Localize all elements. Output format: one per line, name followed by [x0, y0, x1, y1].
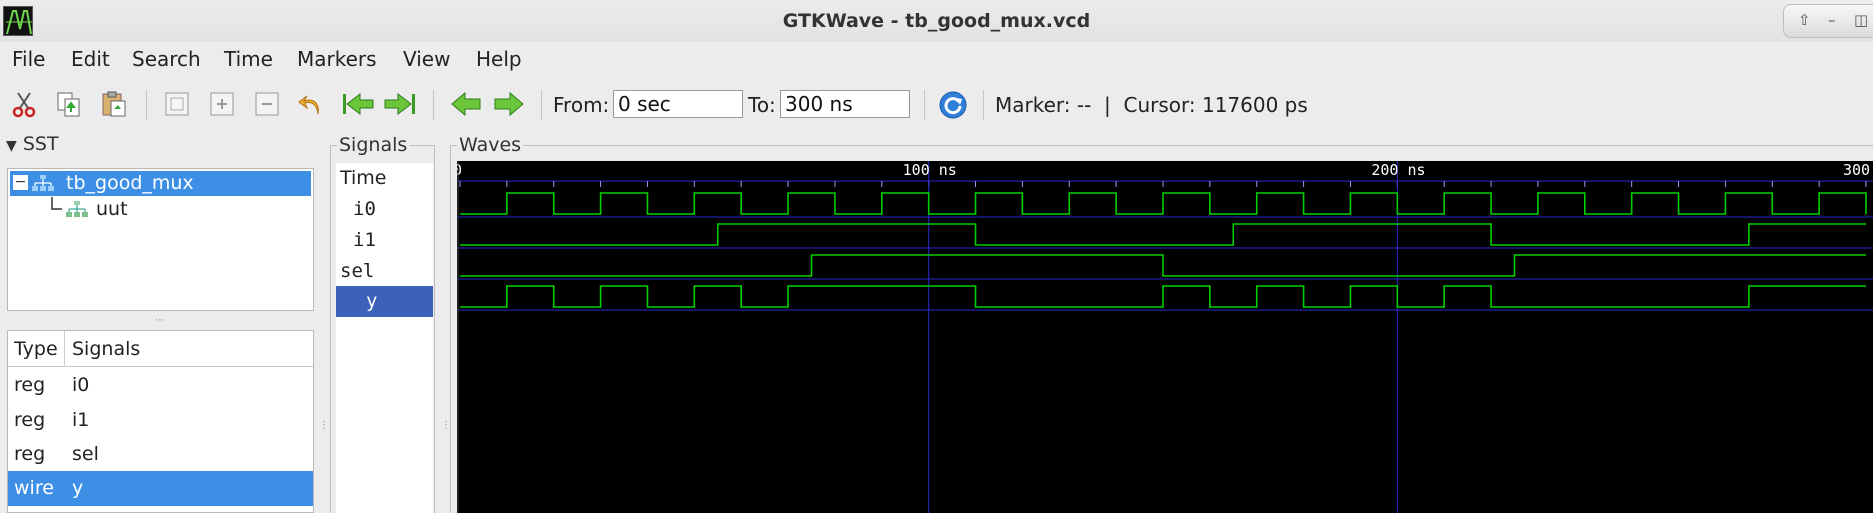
time-label: Time: [340, 167, 387, 189]
tree-node-uut[interactable]: uut: [10, 197, 311, 222]
zoom-out-icon[interactable]: [253, 90, 281, 118]
menu-file[interactable]: File: [12, 47, 45, 71]
signal-row-sel[interactable]: sel: [336, 256, 433, 287]
sst-header[interactable]: ▼ SST: [6, 133, 59, 155]
table-header: Type Signals: [8, 331, 313, 367]
title-bar: GTKWave - tb_good_mux.vcd ⇧ – ◫: [0, 0, 1873, 42]
signal-name: sel: [72, 443, 99, 465]
signal-type: wire: [14, 477, 54, 499]
signals-list: Time i0 i1 sel y: [336, 163, 433, 513]
toolbar: From: To: Marker: -- | Cursor: 117600 ps: [0, 80, 1873, 130]
toolbar-separator: [983, 90, 984, 120]
sst-title: SST: [22, 133, 59, 155]
hierarchy-tree: − tb_good_mux uut: [7, 168, 314, 311]
time-row: Time: [336, 163, 433, 194]
restore-icon[interactable]: ◫: [1854, 11, 1868, 29]
signal-row-i0[interactable]: i0: [336, 194, 433, 225]
paste-icon[interactable]: [100, 90, 128, 118]
table-row[interactable]: reg sel: [8, 437, 313, 472]
waves-panel-title: Waves: [457, 134, 524, 156]
marker-cursor-readout: Marker: -- | Cursor: 117600 ps: [995, 93, 1308, 117]
zoom-fit-icon[interactable]: [163, 90, 191, 118]
signal-type-table: Type Signals reg i0 reg i1 reg sel wire …: [7, 330, 314, 513]
signal-row-i1[interactable]: i1: [336, 225, 433, 256]
signal-name: y: [72, 477, 84, 499]
to-label: To:: [748, 93, 776, 117]
zoom-end-icon[interactable]: [382, 90, 418, 118]
menu-search[interactable]: Search: [132, 47, 201, 71]
column-divider: [64, 331, 65, 367]
undo-icon[interactable]: [296, 90, 324, 118]
ruler-label: 200 ns: [1371, 161, 1425, 179]
table-row[interactable]: reg i1: [8, 403, 313, 438]
signal-type: reg: [14, 409, 46, 431]
signal-name: i1: [72, 409, 90, 431]
tree-node-tb_good_mux[interactable]: − tb_good_mux: [10, 171, 311, 196]
ruler-label: 100 ns: [903, 161, 957, 179]
signal-label: sel: [340, 260, 375, 282]
tree-label: uut: [96, 198, 128, 220]
to-input[interactable]: [780, 90, 910, 118]
tree-label: tb_good_mux: [66, 172, 194, 194]
window-title: GTKWave - tb_good_mux.vcd: [782, 10, 1091, 32]
pane-splitter-handle[interactable]: ⋯: [155, 315, 165, 326]
copy-icon[interactable]: [55, 90, 83, 118]
menu-help[interactable]: Help: [476, 47, 522, 71]
tree-branch-line: [51, 197, 62, 210]
from-label: From:: [553, 93, 610, 117]
table-row[interactable]: reg i0: [8, 368, 313, 403]
pane-splitter-handle[interactable]: ⋮: [319, 420, 329, 431]
module-hierarchy-icon: [32, 175, 54, 191]
collapse-triangle-icon: ▼: [6, 138, 17, 154]
maximize-up-icon[interactable]: ⇧: [1798, 11, 1811, 29]
toolbar-separator: [541, 90, 542, 120]
signal-label: i0: [353, 198, 376, 220]
ruler-label: 300: [1843, 161, 1870, 179]
signal-row-y[interactable]: y: [336, 286, 433, 317]
column-header-signals[interactable]: Signals: [72, 338, 140, 360]
signals-panel-title: Signals: [337, 134, 410, 156]
next-edge-icon[interactable]: [492, 90, 526, 118]
table-row[interactable]: wire y: [8, 471, 313, 506]
menu-edit[interactable]: Edit: [71, 47, 110, 71]
menu-markers[interactable]: Markers: [297, 47, 377, 71]
menu-time[interactable]: Time: [224, 47, 273, 71]
toolbar-separator: [146, 90, 147, 120]
signal-type: reg: [14, 374, 46, 396]
column-header-type[interactable]: Type: [14, 338, 58, 360]
zoom-in-icon[interactable]: [208, 90, 236, 118]
waveform-canvas[interactable]: 0 100 ns 200 ns 300: [457, 161, 1873, 513]
menu-view[interactable]: View: [403, 47, 450, 71]
cut-icon[interactable]: [10, 90, 38, 118]
zoom-start-icon[interactable]: [340, 90, 376, 118]
gtkwave-window: GTKWave - tb_good_mux.vcd ⇧ – ◫ File Edi…: [0, 0, 1873, 513]
menu-bar: File Edit Search Time Markers View Help: [0, 42, 1873, 76]
from-input[interactable]: [613, 90, 743, 118]
toolbar-separator: [924, 90, 925, 120]
signal-label: y: [366, 290, 378, 312]
signal-type: reg: [14, 443, 46, 465]
signal-name: i0: [72, 374, 90, 396]
prev-edge-icon[interactable]: [449, 90, 483, 118]
window-controls: ⇧ – ◫: [1783, 4, 1873, 38]
signal-label: i1: [353, 229, 376, 251]
tree-collapse-icon[interactable]: −: [13, 175, 28, 190]
minimize-icon[interactable]: –: [1828, 11, 1836, 29]
module-hierarchy-icon: [66, 201, 88, 217]
toolbar-separator: [433, 90, 434, 120]
reload-icon[interactable]: [938, 90, 968, 120]
